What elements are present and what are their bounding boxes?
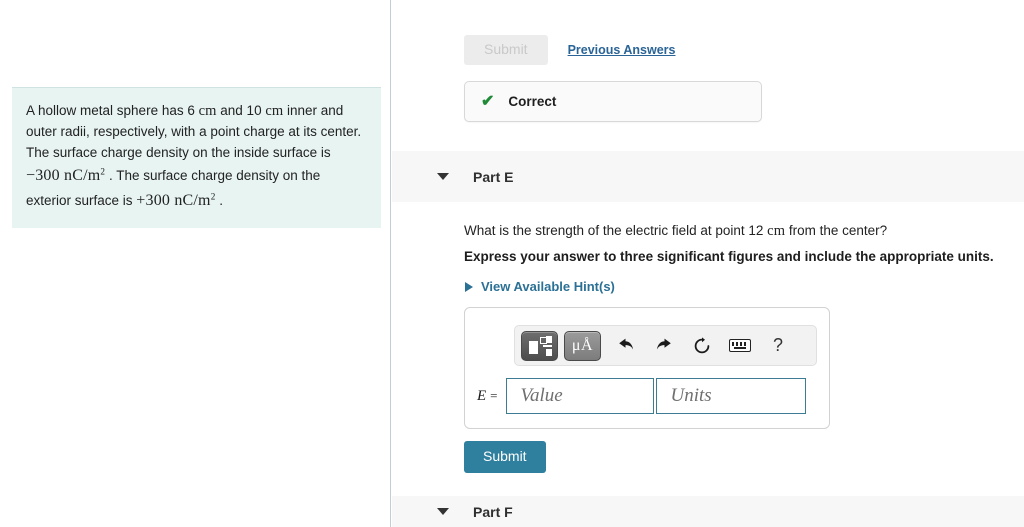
part-header-f[interactable]: Part F [392,496,1024,527]
answer-input-row: E = [477,378,806,414]
status-badge: Correct [508,94,557,109]
left-panel: A hollow metal sphere has 6 cm and 10 cm… [0,0,391,527]
chevron-down-icon-part-f[interactable] [437,508,449,515]
units-button[interactable]: μÅ [564,330,601,361]
answer-units-input[interactable] [655,378,806,414]
part-e-question: What is the strength of the electric fie… [464,221,1009,243]
submit-button-disabled: Submit [464,35,548,66]
problem-text-line-1b: and 10 [216,103,266,118]
feedback-correct-banner: ✔ Correct [464,81,762,122]
answer-variable-label: E [477,387,487,404]
redo-icon[interactable] [645,331,683,361]
help-icon[interactable]: ? [759,331,797,361]
check-icon: ✔ [481,92,495,110]
micro-angstrom-icon: μÅ [571,336,594,354]
page-root: A hollow metal sphere has 6 cm and 10 cm… [0,0,1024,527]
problem-statement-card: A hollow metal sphere has 6 cm and 10 cm… [12,87,381,228]
part-e-instruction: Express your answer to three significant… [464,249,994,264]
unit-cm-first: cm [198,103,217,119]
view-hints-label: View Available Hint(s) [481,279,615,294]
reset-icon[interactable] [683,331,721,361]
problem-text-line-1: A hollow metal sphere has 6 [26,103,199,118]
question-prefix: What is the strength of the electric fie… [464,223,768,238]
problem-text-line-3: . [215,193,223,209]
math-template-icon[interactable] [521,330,558,361]
question-suffix: from the center? [785,223,888,238]
chevron-right-icon [465,281,473,292]
equals-sign: = [490,388,498,403]
question-unit-cm: cm [767,223,786,239]
right-panel: Submit Previous Answers ✔ Correct Part E… [392,0,1024,527]
answer-value-input[interactable] [505,378,654,414]
previous-part-actions: Submit Previous Answers [464,35,676,66]
unit-cm-second: cm [265,103,284,119]
sigma-inner-value: −300 nC/m [26,167,101,185]
keyboard-icon[interactable] [721,331,759,361]
part-header-e[interactable]: Part E [392,151,1024,202]
part-f-title: Part F [473,503,513,520]
sigma-outer-value: +300 nC/m [136,192,211,210]
part-e-title: Part E [473,168,514,185]
template-glyph [528,335,552,356]
answer-entry-box: μÅ ? E = Value Units [464,307,830,429]
undo-icon[interactable] [607,331,645,361]
view-hints-toggle[interactable]: View Available Hint(s) [465,279,615,294]
submit-button[interactable]: Submit [464,441,546,474]
chevron-down-icon-part-e[interactable] [437,173,449,180]
previous-answers-link[interactable]: Previous Answers [568,43,676,57]
math-toolbar: μÅ ? [514,325,817,366]
